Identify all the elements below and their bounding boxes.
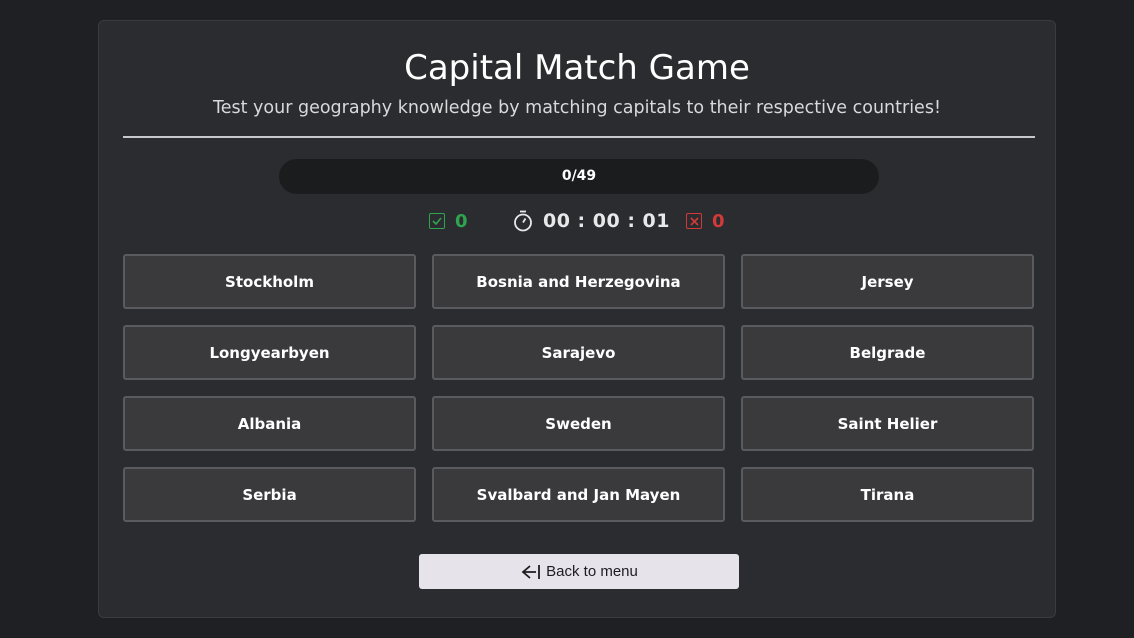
back-to-menu-button[interactable]: Back to menu (419, 554, 739, 589)
header-divider (123, 136, 1035, 138)
tile[interactable]: Sweden (432, 396, 725, 451)
back-to-menu-label: Back to menu (546, 563, 638, 580)
tile[interactable]: Sarajevo (432, 325, 725, 380)
page-subtitle: Test your geography knowledge by matchin… (213, 98, 941, 118)
timer-value: 00 : 00 : 01 (543, 210, 670, 232)
arrow-left-bar-icon (520, 564, 541, 580)
tile[interactable]: Bosnia and Herzegovina (432, 254, 725, 309)
timer-stat: 00 : 00 : 01 (513, 208, 670, 234)
tile[interactable]: Tirana (741, 467, 1034, 522)
stats-row: 0 00 : 00 : 01 0 (99, 208, 1055, 234)
tile[interactable]: Belgrade (741, 325, 1034, 380)
tile[interactable]: Longyearbyen (123, 325, 416, 380)
x-square-icon (686, 213, 702, 229)
tile[interactable]: Stockholm (123, 254, 416, 309)
tile[interactable]: Svalbard and Jan Mayen (432, 467, 725, 522)
wrong-count: 0 (712, 210, 725, 232)
wrong-stat: 0 (686, 208, 725, 234)
progress-bar: 0/49 (279, 159, 879, 194)
stopwatch-icon (513, 210, 533, 232)
tile[interactable]: Serbia (123, 467, 416, 522)
game-card: Capital Match Game Test your geography k… (98, 20, 1056, 618)
correct-stat: 0 (429, 208, 468, 234)
tile[interactable]: Albania (123, 396, 416, 451)
correct-count: 0 (455, 210, 468, 232)
page-title: Capital Match Game (404, 48, 750, 88)
tile[interactable]: Saint Helier (741, 396, 1034, 451)
tile[interactable]: Jersey (741, 254, 1034, 309)
progress-label: 0/49 (561, 168, 597, 184)
check-square-icon (429, 213, 445, 229)
